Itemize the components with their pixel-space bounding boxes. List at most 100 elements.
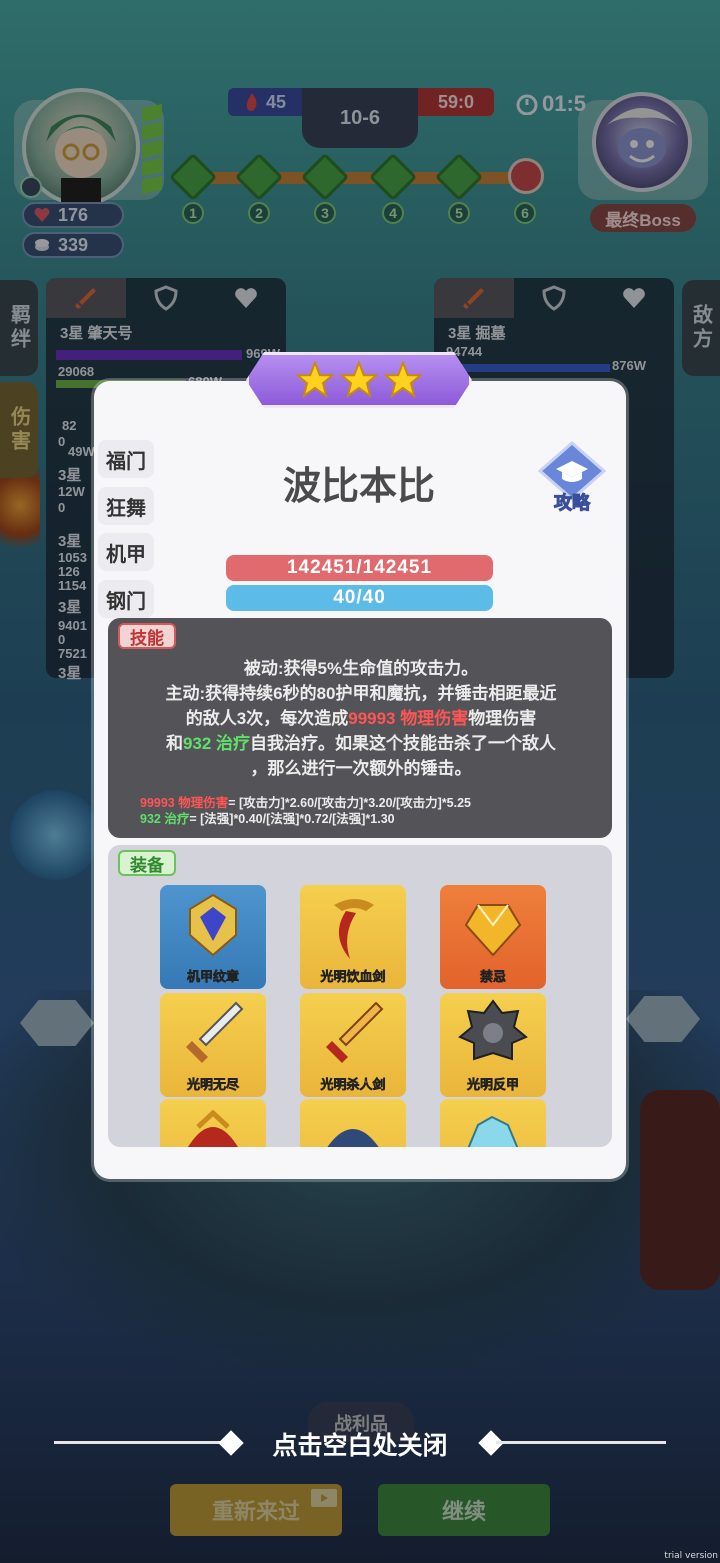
skill-damage-value: 99993 物理伤害 (348, 709, 469, 728)
restart-button[interactable]: 重新来过 (170, 1484, 342, 1536)
equipment-item[interactable]: 光明反甲 (440, 993, 546, 1097)
golden-crest-icon (188, 1109, 238, 1147)
tab-defense[interactable] (126, 278, 206, 318)
equipment-item[interactable] (160, 1099, 266, 1147)
continue-button[interactable]: 继续 (378, 1484, 550, 1536)
boss-avatar[interactable] (592, 92, 692, 192)
panel-tab-bar (434, 278, 674, 318)
skill-text-part: 的敌人3次，每次造成 (185, 709, 349, 728)
restart-label: 重新来过 (211, 1499, 300, 1524)
stage-node (234, 152, 284, 202)
decor-line-left (54, 1441, 224, 1444)
equipment-panel: 机甲纹章 光明饮血剑 禁忌 光明无尽 光明杀人剑 光明反甲 (108, 845, 612, 1147)
skill-description: 被动:获得5%生命值的攻击力。 主动:获得持续6秒的80护甲和魔抗，并锤击相距最… (118, 656, 604, 781)
stage-number: 5 (448, 202, 470, 224)
heart-icon (623, 288, 645, 308)
tab-attack[interactable] (46, 278, 126, 318)
left-team-score: 45 (228, 88, 302, 116)
formula-expression: = [法强]*0.40/[法强]*0.72/[法强]*1.30 (189, 812, 395, 826)
skill-line: 主动:获得持续6秒的80护甲和魔抗，并锤击相距最近 (165, 684, 557, 703)
ally-row-value: 12W (58, 484, 85, 499)
ally-row-value: 126 (58, 564, 80, 579)
ally-row-label: 3星 肇天号 (60, 325, 133, 342)
tab-enemy[interactable]: 敌方 (682, 280, 720, 376)
heart-icon (235, 288, 257, 308)
ally-row-label: 3星 (58, 467, 82, 484)
thornmail-armor-icon (458, 999, 528, 1061)
stage-nodes: 1 2 3 4 5 6 (168, 152, 546, 240)
stage-node (300, 152, 350, 202)
heal-formula: 932 治疗= [法强]*0.40/[法强]*0.72/[法强]*1.30 (140, 808, 600, 827)
stage-number: 2 (248, 202, 270, 224)
damage-bar (56, 350, 242, 360)
flame-icon (246, 93, 257, 111)
equipment-tag: 装备 (118, 850, 176, 876)
stage-node (368, 152, 418, 202)
skill-heal-value: 932 治疗 (182, 734, 251, 753)
hero-energy-bar: 40/40 (226, 585, 493, 611)
star-icon (340, 361, 378, 399)
skill-line: 被动:获得5%生命值的攻击力。 (243, 659, 479, 678)
settings-gear-icon[interactable] (20, 176, 42, 198)
shield-icon (154, 285, 178, 311)
equipment-item[interactable]: 禁忌 (440, 885, 546, 989)
ally-row-value: 0 (58, 500, 66, 515)
tab-damage[interactable]: 伤害 (0, 382, 38, 478)
skill-text-part: 物理伤害 (468, 709, 537, 728)
chain-armor-icon (327, 1129, 379, 1147)
coin-stack-icon (35, 239, 49, 251)
equipment-name: 光明饮血剑 (320, 969, 386, 985)
final-boss-label: 最终Boss (590, 204, 696, 232)
boss-portrait-icon (606, 108, 678, 168)
synergy-tab[interactable]: 狂舞 (98, 487, 154, 525)
ally-row-value: 1053 (58, 550, 87, 565)
player-hp-pill: 176 (22, 202, 124, 228)
tab-defense[interactable] (514, 278, 594, 318)
forbidden-gem-icon (464, 904, 522, 957)
stopwatch-icon (516, 94, 538, 115)
bloodthirster-sword-icon (334, 899, 374, 959)
tab-attack[interactable] (434, 278, 514, 318)
guide-button[interactable]: 攻略 (537, 441, 607, 517)
stage-node (168, 152, 218, 202)
player-coins-value: 339 (58, 234, 89, 255)
tab-bond[interactable]: 羁绊 (0, 280, 38, 376)
hero-name: 波比本比 (282, 466, 435, 508)
ally-row-value: 82 (62, 418, 77, 433)
equipment-item[interactable]: 光明杀人剑 (300, 993, 406, 1097)
watermark: trial version (664, 1551, 718, 1561)
mech-emblem-icon (189, 893, 237, 957)
tap-to-close-hint: 点击空白处关闭 (272, 1432, 448, 1460)
synergy-tab[interactable]: 机甲 (98, 533, 154, 571)
equipment-item[interactable] (300, 1099, 406, 1147)
skill-line: 的敌人3次，每次造成99993 物理伤害物理伤害 (118, 706, 604, 731)
player-hp-value: 176 (58, 204, 89, 225)
ally-row-value: 29068 (58, 364, 95, 379)
tab-heal[interactable] (594, 278, 674, 318)
synergy-tab[interactable]: 钢门 (98, 580, 154, 618)
tab-heal[interactable] (206, 278, 286, 318)
unit-sprite (10, 790, 100, 880)
hero-portrait-icon (46, 114, 116, 202)
equipment-name: 机甲纹章 (186, 969, 240, 985)
equipment-item[interactable]: 机甲纹章 (160, 885, 266, 989)
damage-bar (444, 364, 610, 372)
boss-skull-icon (508, 158, 544, 194)
ally-row-value: 7521 (58, 646, 87, 661)
enemy-row-label: 3星 掘墓 (448, 325, 506, 342)
synergy-tab[interactable]: 福门 (98, 440, 154, 478)
equipment-item[interactable]: 光明无尽 (160, 993, 266, 1097)
equipment-name: 光明无尽 (186, 1077, 240, 1093)
right-team-score: 59:0 (418, 88, 494, 116)
stage-number: 1 (182, 202, 204, 224)
stage-node (434, 152, 484, 202)
ally-row-value: 0 (58, 434, 66, 449)
video-ad-icon (311, 1489, 337, 1507)
crystal-cluster-icon (467, 1115, 519, 1147)
ally-row-value: 0 (58, 632, 66, 647)
ally-row-label: 3星 (58, 599, 82, 616)
decor-line-right (496, 1441, 666, 1444)
equipment-item[interactable]: 光明饮血剑 (300, 885, 406, 989)
formula-label: 932 治疗 (140, 812, 190, 826)
equipment-item[interactable] (440, 1099, 546, 1147)
